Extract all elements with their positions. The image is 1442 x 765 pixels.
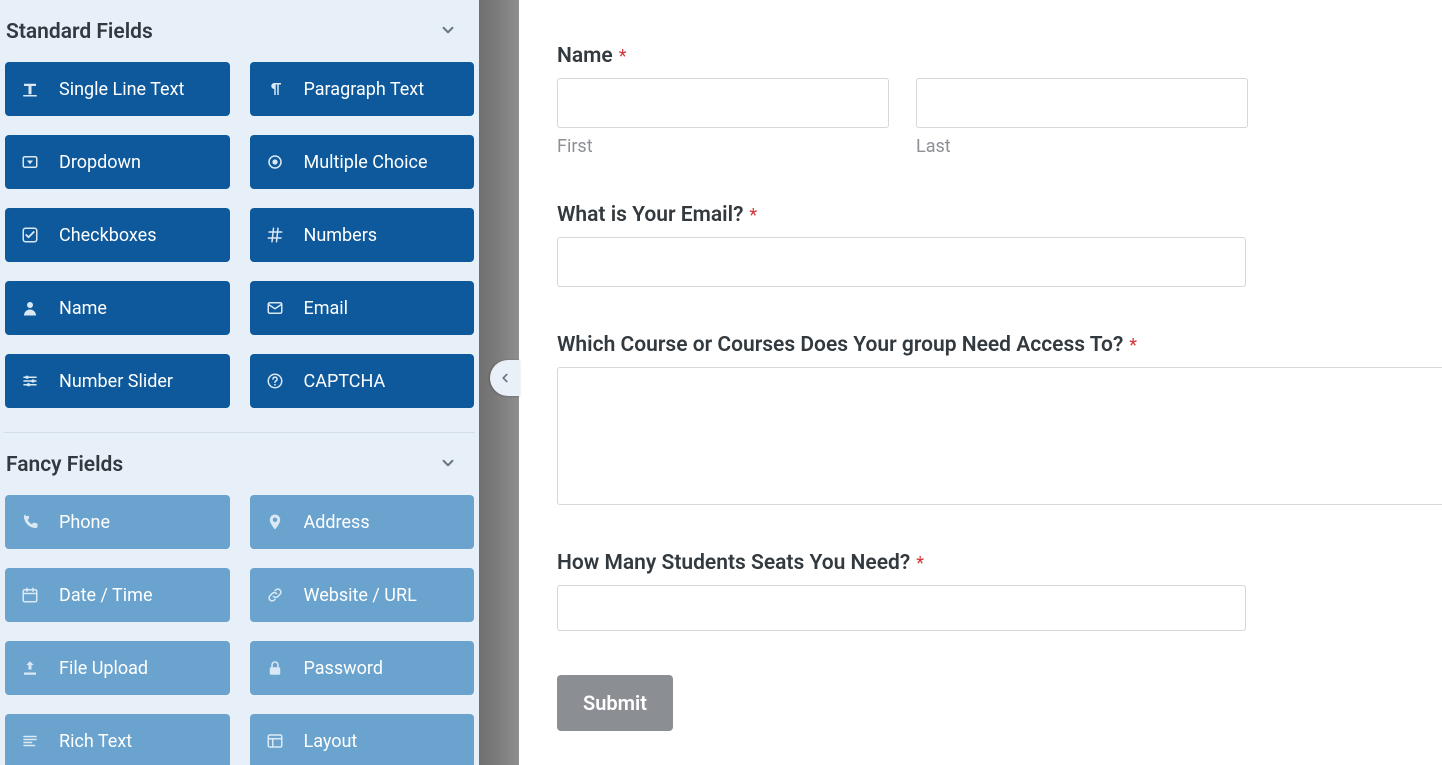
section-title: Standard Fields bbox=[6, 20, 153, 44]
label-text: Name bbox=[557, 44, 613, 68]
form-field-name[interactable]: Name * First Last bbox=[557, 44, 1442, 157]
field-rich-text[interactable]: Rich Text bbox=[5, 714, 230, 765]
hash-icon bbox=[264, 226, 286, 244]
label-text: Which Course or Courses Does Your group … bbox=[557, 333, 1123, 357]
name-inputs-row: First Last bbox=[557, 78, 1442, 157]
field-label: Number Slider bbox=[59, 371, 173, 392]
courses-textarea[interactable] bbox=[557, 367, 1442, 505]
field-paragraph-text[interactable]: Paragraph Text bbox=[250, 62, 475, 116]
lock-icon bbox=[264, 659, 286, 677]
paragraph-icon bbox=[264, 80, 286, 98]
field-label: CAPTCHA bbox=[304, 371, 386, 392]
richtext-icon bbox=[19, 732, 41, 750]
field-label: Date / Time bbox=[59, 585, 153, 606]
section-header-standard[interactable]: Standard Fields bbox=[4, 0, 475, 62]
field-password[interactable]: Password bbox=[250, 641, 475, 695]
field-numbers[interactable]: Numbers bbox=[250, 208, 475, 262]
field-label: Website / URL bbox=[304, 585, 417, 606]
submit-button[interactable]: Submit bbox=[557, 675, 673, 731]
field-label: Dropdown bbox=[59, 152, 141, 173]
field-file-upload[interactable]: File Upload bbox=[5, 641, 230, 695]
field-label: Password bbox=[304, 658, 384, 679]
field-label: File Upload bbox=[59, 658, 148, 679]
fancy-fields-grid: Phone Address Date / Time Website / URL … bbox=[4, 495, 475, 765]
layout-icon bbox=[264, 732, 286, 750]
fields-sidebar: Standard Fields Single Line Text Paragra… bbox=[0, 0, 479, 765]
name-label: Name * bbox=[557, 44, 1442, 68]
first-name-col: First bbox=[557, 78, 889, 157]
form-field-seats[interactable]: How Many Students Seats You Need? * bbox=[557, 551, 1442, 631]
email-label: What is Your Email? * bbox=[557, 203, 1442, 227]
checkbox-icon bbox=[19, 226, 41, 244]
section-header-fancy[interactable]: Fancy Fields bbox=[4, 433, 475, 495]
chevron-down-icon bbox=[439, 453, 471, 477]
field-label: Single Line Text bbox=[59, 79, 184, 100]
dropdown-icon bbox=[19, 153, 41, 171]
envelope-icon bbox=[264, 299, 286, 317]
field-label: Email bbox=[304, 298, 349, 319]
form-field-courses[interactable]: Which Course or Courses Does Your group … bbox=[557, 333, 1442, 505]
form-canvas: Name * First Last What is Your Email? * … bbox=[519, 0, 1442, 765]
field-label: Layout bbox=[304, 731, 358, 752]
field-label: Paragraph Text bbox=[304, 79, 425, 100]
label-text: What is Your Email? bbox=[557, 203, 743, 227]
courses-label: Which Course or Courses Does Your group … bbox=[557, 333, 1442, 357]
last-name-sublabel: Last bbox=[916, 136, 1248, 157]
field-captcha[interactable]: CAPTCHA bbox=[250, 354, 475, 408]
field-label: Rich Text bbox=[59, 731, 132, 752]
seats-label: How Many Students Seats You Need? * bbox=[557, 551, 1442, 575]
field-date-time[interactable]: Date / Time bbox=[5, 568, 230, 622]
chevron-down-icon bbox=[439, 20, 471, 44]
section-title: Fancy Fields bbox=[6, 453, 123, 477]
field-label: Numbers bbox=[304, 225, 378, 246]
form-field-email[interactable]: What is Your Email? * bbox=[557, 203, 1442, 287]
field-multiple-choice[interactable]: Multiple Choice bbox=[250, 135, 475, 189]
field-email[interactable]: Email bbox=[250, 281, 475, 335]
section-fancy-fields: Fancy Fields Phone Address Date / Time W… bbox=[4, 433, 475, 765]
collapse-sidebar-handle[interactable] bbox=[490, 360, 520, 396]
field-label: Phone bbox=[59, 512, 110, 533]
required-marker: * bbox=[916, 553, 924, 574]
sliders-icon bbox=[19, 372, 41, 390]
panel-divider bbox=[479, 0, 519, 765]
field-label: Name bbox=[59, 298, 107, 319]
field-label: Checkboxes bbox=[59, 225, 157, 246]
first-name-input[interactable] bbox=[557, 78, 889, 128]
last-name-input[interactable] bbox=[916, 78, 1248, 128]
standard-fields-grid: Single Line Text Paragraph Text Dropdown… bbox=[4, 62, 475, 428]
field-layout[interactable]: Layout bbox=[250, 714, 475, 765]
email-input[interactable] bbox=[557, 237, 1246, 287]
field-dropdown[interactable]: Dropdown bbox=[5, 135, 230, 189]
field-label: Address bbox=[304, 512, 370, 533]
upload-icon bbox=[19, 659, 41, 677]
field-checkboxes[interactable]: Checkboxes bbox=[5, 208, 230, 262]
first-name-sublabel: First bbox=[557, 136, 889, 157]
radio-icon bbox=[264, 153, 286, 171]
field-phone[interactable]: Phone bbox=[5, 495, 230, 549]
field-label: Multiple Choice bbox=[304, 152, 428, 173]
text-line-icon bbox=[19, 80, 41, 98]
required-marker: * bbox=[1129, 335, 1137, 356]
last-name-col: Last bbox=[916, 78, 1248, 157]
field-number-slider[interactable]: Number Slider bbox=[5, 354, 230, 408]
seats-input[interactable] bbox=[557, 585, 1246, 631]
submit-label: Submit bbox=[583, 691, 647, 715]
phone-icon bbox=[19, 513, 41, 531]
field-single-line-text[interactable]: Single Line Text bbox=[5, 62, 230, 116]
question-icon bbox=[264, 372, 286, 390]
field-name[interactable]: Name bbox=[5, 281, 230, 335]
calendar-icon bbox=[19, 586, 41, 604]
section-standard-fields: Standard Fields Single Line Text Paragra… bbox=[4, 0, 475, 433]
link-icon bbox=[264, 586, 286, 604]
user-icon bbox=[19, 299, 41, 317]
field-address[interactable]: Address bbox=[250, 495, 475, 549]
required-marker: * bbox=[749, 205, 757, 226]
field-website-url[interactable]: Website / URL bbox=[250, 568, 475, 622]
map-pin-icon bbox=[264, 513, 286, 531]
label-text: How Many Students Seats You Need? bbox=[557, 551, 910, 575]
required-marker: * bbox=[619, 46, 627, 67]
